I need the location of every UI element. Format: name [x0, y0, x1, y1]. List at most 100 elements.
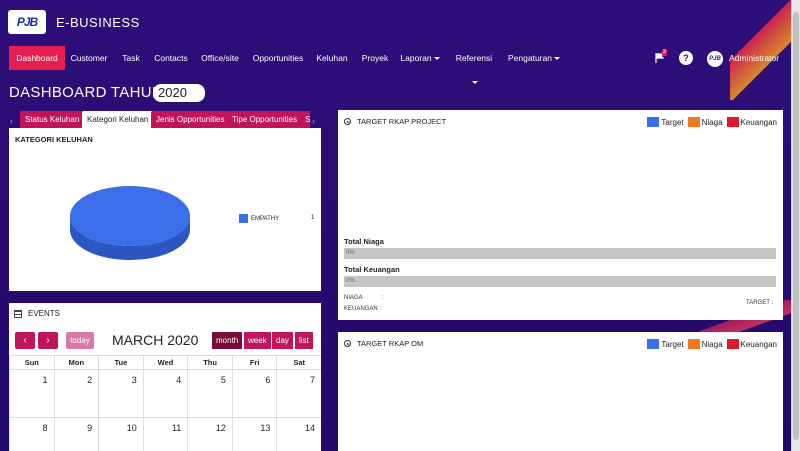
legend-swatch	[647, 117, 660, 127]
notifications-flag-icon[interactable]: 3	[654, 49, 668, 65]
calendar-day-cell[interactable]: 5	[187, 370, 232, 417]
calendar-day-cell[interactable]: 9	[53, 418, 99, 451]
view-week-button[interactable]: week	[244, 332, 271, 349]
rkap-om-legend: Target Niaga Keuangan	[643, 339, 777, 349]
app-title: E-BUSINESS	[56, 15, 140, 30]
total-keuangan-progress: 0%	[344, 276, 776, 287]
tab-status-keluhan[interactable]: Status Keluhan	[20, 111, 85, 128]
rkap-om-title: TARGET RKAP OM	[357, 339, 424, 348]
keuangan-label: KEUANGAN :	[344, 306, 382, 312]
calendar-weekday-row: Sun Mon Tue Wed Thu Fri Sat	[9, 355, 321, 369]
legend-swatch	[687, 339, 700, 349]
rkap-om-header: TARGET RKAP OM	[344, 339, 423, 348]
nav-keluhan[interactable]: Keluhan	[314, 46, 350, 70]
calendar-day-cell[interactable]: 12	[187, 418, 232, 451]
view-list-button[interactable]: list	[295, 332, 313, 349]
nav-office-site[interactable]: Office/site	[199, 46, 241, 70]
legend-item-keuangan[interactable]: Keuangan	[726, 339, 777, 349]
nav-pengaturan[interactable]: Pengaturan	[508, 46, 560, 70]
page-scrollbar[interactable]	[791, 0, 800, 451]
nav-referensi-label: Referensi	[455, 53, 493, 63]
calendar-prev-button[interactable]: ‹	[15, 332, 35, 349]
nav-opportunities[interactable]: Opportunities	[250, 46, 306, 70]
nav-pengaturan-label: Pengaturan	[508, 53, 552, 63]
calendar-day-cell[interactable]: 2	[53, 370, 99, 417]
calendar-month-title: MARCH 2020	[112, 332, 199, 348]
main-navbar: Dashboard Customer Task Contacts Office/…	[0, 46, 791, 85]
calendar-next-button[interactable]: ›	[38, 332, 58, 349]
legend-item-niaga[interactable]: Niaga	[687, 117, 723, 127]
view-day-button[interactable]: day	[272, 332, 293, 349]
weekday-label: Sun	[9, 356, 54, 369]
calendar-today-button[interactable]: today	[66, 332, 94, 349]
legend-label: EMPATHY	[251, 215, 280, 222]
total-niaga-progress: 0%	[344, 248, 776, 259]
legend-item-keuangan[interactable]: Keuangan	[726, 117, 777, 127]
rkap-om-panel: TARGET RKAP OM Target Niaga Keuangan	[338, 332, 783, 451]
tab-kategori-keluhan[interactable]: Kategori Keluhan	[82, 111, 154, 128]
notification-badge: 3	[662, 49, 667, 56]
nav-contacts[interactable]: Contacts	[152, 46, 190, 70]
user-menu-name[interactable]: Administrator	[729, 46, 779, 70]
calendar-week-row: 1 2 3 4 5 6 7	[9, 369, 321, 417]
calendar-day-cell[interactable]: 13	[231, 418, 277, 451]
tabs-prev-icon[interactable]: ‹	[10, 116, 13, 126]
nav-referensi[interactable]: Referensi	[452, 46, 496, 85]
legend-label: Niaga	[701, 339, 723, 349]
year-selector[interactable]: 2020	[153, 84, 205, 102]
help-icon[interactable]: ?	[679, 51, 693, 65]
calendar-day-cell[interactable]: 11	[142, 418, 188, 451]
weekday-label: Tue	[98, 356, 143, 369]
calendar-day-cell[interactable]: 14	[276, 418, 321, 451]
calendar-day-cell[interactable]: 8	[9, 418, 54, 451]
legend-swatch	[726, 117, 739, 127]
avatar[interactable]: PJB	[707, 51, 723, 67]
total-niaga-label: Total Niaga	[344, 237, 384, 246]
legend-swatch	[726, 339, 739, 349]
legend-label: Target	[661, 339, 684, 349]
pie-legend-item: EMPATHY	[239, 214, 279, 223]
legend-swatch	[647, 339, 660, 349]
tabs-next-icon[interactable]: ›	[312, 116, 315, 126]
legend-label: Keuangan	[740, 339, 777, 349]
company-logo[interactable]: PJB	[8, 10, 46, 34]
tab-jenis-opportunities[interactable]: Jenis Opportunities	[151, 111, 230, 128]
nav-dashboard[interactable]: Dashboard	[9, 46, 65, 70]
weekday-label: Wed	[142, 356, 188, 369]
rkap-project-title: TARGET RKAP PROJECT	[357, 117, 447, 126]
page-title: DASHBOARD TAHUN	[9, 84, 163, 101]
kategori-pie-chart	[70, 186, 190, 260]
nav-task[interactable]: Task	[117, 46, 145, 70]
legend-item-target[interactable]: Target	[647, 117, 684, 127]
calendar-day-cell[interactable]: 7	[276, 370, 321, 417]
events-header: EVENTS	[14, 309, 60, 318]
legend-item-target[interactable]: Target	[647, 339, 684, 349]
calendar-day-cell[interactable]: 3	[98, 370, 143, 417]
kategori-keluhan-panel: KATEGORI KELUHAN EMPATHY 1	[9, 128, 321, 291]
nav-laporan-label: Laporan	[400, 53, 432, 63]
legend-item-niaga[interactable]: Niaga	[687, 339, 723, 349]
calendar-day-cell[interactable]: 10	[98, 418, 143, 451]
nav-customer[interactable]: Customer	[68, 46, 110, 70]
app-header: PJB E-BUSINESS	[0, 0, 791, 44]
tab-tipe-opportunities[interactable]: Tipe Opportunities	[227, 111, 303, 128]
rkap-project-legend: Target Niaga Keuangan	[643, 117, 777, 127]
calendar-icon	[14, 309, 22, 318]
nav-laporan[interactable]: Laporan	[400, 46, 440, 70]
nav-proyek[interactable]: Proyek	[359, 46, 391, 70]
scrollbar-thumb[interactable]	[793, 12, 799, 440]
tab-more[interactable]: S	[300, 111, 310, 128]
total-keuangan-label: Total Keuangan	[344, 265, 400, 274]
events-title: EVENTS	[28, 309, 61, 318]
legend-swatch	[687, 117, 700, 127]
rkap-project-header: TARGET RKAP PROJECT	[344, 117, 446, 126]
calendar-day-cell[interactable]: 6	[231, 370, 277, 417]
chevron-down-icon	[433, 57, 440, 61]
calendar-day-cell[interactable]: 1	[9, 370, 54, 417]
weekday-label: Thu	[187, 356, 232, 369]
view-month-button[interactable]: month	[212, 332, 243, 349]
pie-slice-empathy[interactable]	[70, 186, 190, 246]
weekday-label: Mon	[53, 356, 99, 369]
calendar-day-cell[interactable]: 4	[142, 370, 188, 417]
play-circle-icon	[344, 118, 351, 125]
